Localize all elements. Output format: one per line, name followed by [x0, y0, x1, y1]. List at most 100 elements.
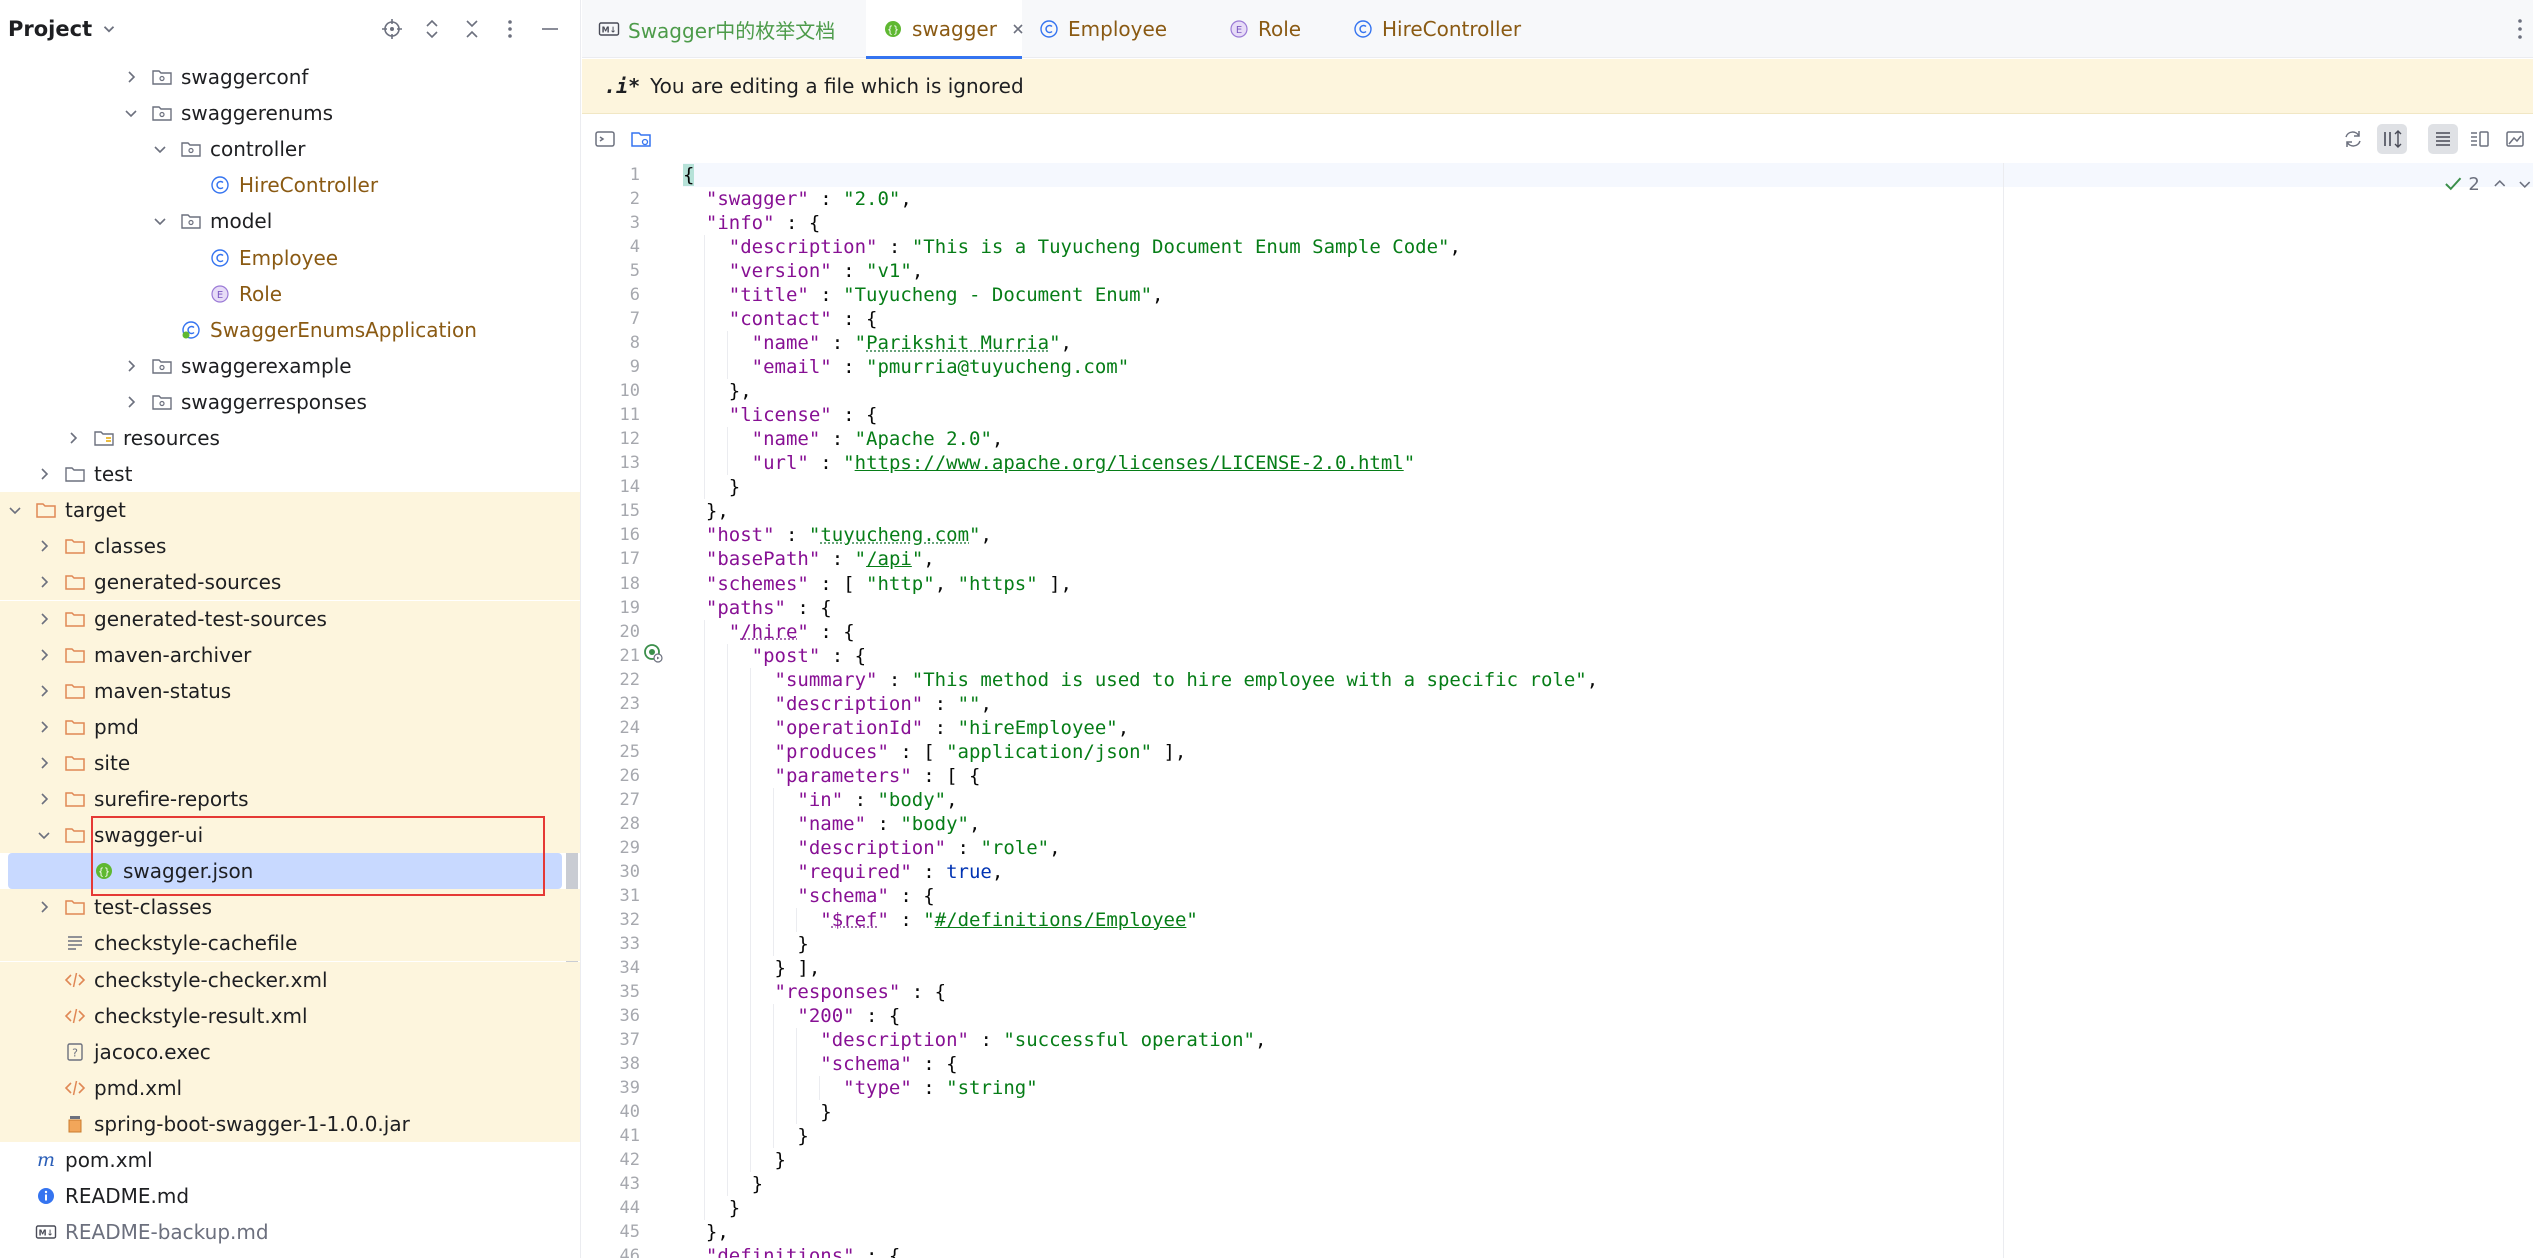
line-number: 38 [619, 1054, 640, 1075]
tree-item-pmd-xml[interactable]: pmd.xml [0, 1069, 580, 1106]
line-number: 1 [629, 165, 640, 185]
indent-guide [704, 859, 706, 884]
line-number: 15 [619, 501, 640, 522]
tree-item-generated-sources[interactable]: generated-sources [0, 564, 580, 601]
chevron-right-icon[interactable] [36, 755, 52, 771]
tree-item-role[interactable]: E Role [0, 276, 580, 312]
chevron-right-icon[interactable] [36, 611, 52, 627]
tab-hirecontroller[interactable]: HireController [1336, 0, 1536, 58]
chevron-down-icon[interactable] [36, 827, 52, 843]
tree-item-pom-xml[interactable]: m pom.xml [0, 1142, 580, 1178]
tree-item-readme-md[interactable]: README.md [0, 1178, 580, 1214]
tree-item-employee[interactable]: Employee [0, 240, 580, 276]
preview-only-icon[interactable] [2500, 124, 2530, 154]
tree-item-maven-status[interactable]: maven-status [0, 672, 580, 709]
chevron-down-icon[interactable] [100, 20, 118, 38]
tree-item-label: Employee [239, 245, 339, 270]
tree-item-surefire-reports[interactable]: surefire-reports [0, 781, 580, 817]
line-number: 41 [619, 1126, 640, 1147]
tree-item-classes[interactable]: classes [0, 528, 580, 565]
chevron-right-icon[interactable] [36, 791, 52, 807]
chevron-right-icon[interactable] [123, 394, 139, 410]
options-kebab-icon[interactable] [496, 15, 524, 43]
run-console-icon[interactable] [590, 124, 620, 154]
next-highlight-icon[interactable] [2517, 176, 2533, 192]
line-number: 36 [619, 1006, 640, 1027]
tree-item-label: swaggerenums [181, 101, 334, 126]
refresh-icon[interactable] [2338, 124, 2368, 154]
expand-all-icon[interactable] [418, 15, 446, 43]
indent-guide [749, 955, 751, 980]
tree-item-checkstyle-checker-xml[interactable]: checkstyle-checker.xml [0, 961, 580, 998]
tree-item-test[interactable]: test [0, 456, 580, 492]
chevron-right-icon[interactable] [123, 69, 139, 85]
locate-file-icon[interactable] [378, 15, 406, 43]
indent-guide [749, 787, 751, 812]
tree-item-test-classes[interactable]: test-classes [0, 889, 580, 926]
chevron-right-icon[interactable] [36, 647, 52, 663]
chevron-right-icon[interactable] [123, 358, 139, 374]
tree-item-controller[interactable]: controller [0, 131, 580, 167]
indent-guide [727, 763, 729, 788]
package-folder-icon [180, 210, 202, 232]
chevron-down-icon[interactable] [152, 213, 168, 229]
tree-item-swagger-ui[interactable]: swagger-ui [0, 817, 580, 854]
indent-guide [772, 1052, 774, 1077]
tab-label: Swagger中的枚举文档 [628, 18, 836, 43]
tab-swagger[interactable]: {} swagger [866, 0, 1023, 59]
tree-item-jacoco-exec[interactable]: ? jacoco.exec [0, 1033, 580, 1070]
chevron-right-icon[interactable] [36, 538, 52, 554]
indent-guide [704, 1124, 706, 1149]
tree-item-pmd[interactable]: pmd [0, 708, 580, 745]
tree-item-checkstyle-cachefile[interactable]: checkstyle-cachefile [0, 925, 580, 962]
line-number: 34 [619, 957, 640, 978]
collapse-all-icon[interactable] [458, 15, 486, 43]
tree-item-swaggerconf[interactable]: swaggerconf [0, 59, 580, 95]
tree-item-label: test [94, 462, 133, 487]
hide-panel-icon[interactable] [536, 15, 564, 43]
tree-item-swagger-json[interactable]: {} swagger.json [0, 853, 580, 889]
editor-and-preview-icon[interactable] [2464, 124, 2494, 154]
folder-settings-icon[interactable] [626, 124, 656, 154]
chevron-right-icon[interactable] [36, 719, 52, 735]
tree-item-maven-archiver[interactable]: maven-archiver [0, 636, 580, 673]
inspection-widget[interactable]: 2 [2443, 171, 2533, 197]
tree-item-swaggerexample[interactable]: swaggerexample [0, 348, 580, 384]
tree-item-site[interactable]: site [0, 744, 580, 781]
previous-highlight-icon[interactable] [2492, 176, 2508, 192]
tree-item-resources[interactable]: resources [0, 420, 580, 456]
tree-item-label: Role [239, 281, 283, 306]
tree-item-model[interactable]: model [0, 203, 580, 239]
tree-item-hirecontroller[interactable]: HireController [0, 167, 580, 203]
chevron-right-icon[interactable] [65, 430, 81, 446]
tree-item-target[interactable]: target [0, 492, 580, 529]
tree-item-checkstyle-result-xml[interactable]: checkstyle-result.xml [0, 997, 580, 1034]
indent-guide [749, 980, 751, 1005]
indent-guide [749, 931, 751, 956]
chevron-down-icon[interactable] [123, 105, 139, 121]
code-editor[interactable]: 1 2 3 4 5 6 7 8 9 10 11 12 13 14 15 16 17 18 19 20 21 22 23 24 2… [582, 163, 2533, 1258]
tree-item-swaggerenums[interactable]: swaggerenums [0, 95, 580, 131]
project-view-selector[interactable]: Project [8, 17, 92, 41]
code-line: "email" : "pmurria@tuyucheng.com" [751, 356, 1130, 379]
chevron-down-icon[interactable] [152, 141, 168, 157]
indent-guide [704, 811, 706, 836]
chevron-right-icon[interactable] [36, 466, 52, 482]
tab-employee[interactable]: Employee [1022, 0, 1212, 58]
chevron-right-icon[interactable] [36, 574, 52, 590]
split-compare-icon[interactable] [2377, 124, 2407, 154]
editor-only-icon[interactable] [2428, 124, 2458, 154]
tree-item-swaggerresponses[interactable]: swaggerresponses [0, 384, 580, 420]
tree-item-spring-boot-swagger-1-1-0-0-jar[interactable]: spring-boot-swagger-1-1.0.0.jar [0, 1105, 580, 1142]
run-endpoint-gutter-icon[interactable] [642, 642, 664, 664]
tab-role[interactable]: E Role [1212, 0, 1336, 58]
chevron-right-icon[interactable] [36, 899, 52, 915]
tree-item-generated-test-sources[interactable]: generated-test-sources [0, 600, 580, 637]
tree-item-readme-backup-md[interactable]: M↓ README-backup.md [0, 1214, 580, 1250]
tree-item-swaggerenumsapplication[interactable]: SwaggerEnumsApplication [0, 312, 580, 348]
chevron-down-icon[interactable] [7, 502, 23, 518]
tabs-more-icon[interactable] [2513, 14, 2527, 44]
chevron-right-icon[interactable] [36, 683, 52, 699]
enum-icon: E [1228, 18, 1250, 40]
tab-swagger-enum-doc[interactable]: M↓ Swagger中的枚举文档 [582, 0, 866, 58]
